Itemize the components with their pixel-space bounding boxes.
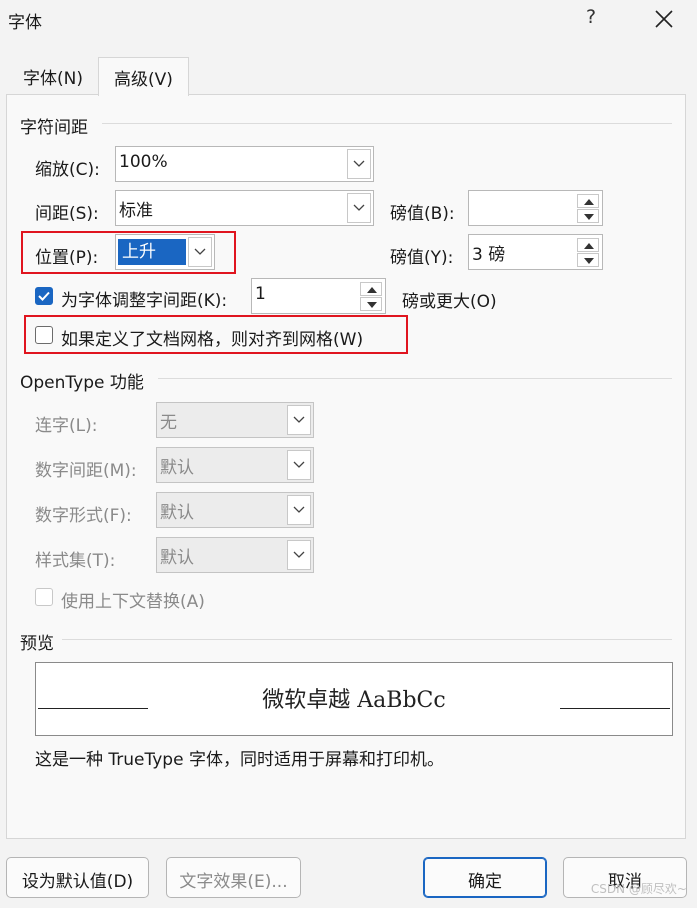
stylistic-sets-dropdown-button[interactable]	[287, 540, 311, 570]
group-char-spacing: 字符间距	[20, 118, 88, 138]
scale-value: 100%	[119, 152, 168, 172]
ligatures-dropdown-button[interactable]	[287, 405, 311, 435]
num-forms-value: 默认	[160, 503, 194, 523]
close-button[interactable]	[652, 4, 676, 32]
num-spacing-dropdown-button[interactable]	[287, 450, 311, 480]
num-spacing-combo[interactable]: 默认	[156, 447, 314, 483]
kerning-checkbox[interactable]	[35, 287, 53, 305]
stylistic-sets-label: 样式集(T):	[35, 551, 116, 571]
spin-down-button[interactable]	[577, 253, 599, 267]
ligatures-value: 无	[160, 413, 177, 433]
chevron-down-icon	[293, 551, 305, 558]
triangle-up-icon	[584, 243, 594, 249]
ok-button[interactable]: 确定	[423, 857, 547, 898]
contextual-label[interactable]: 使用上下文替换(A)	[61, 587, 205, 612]
spacing-value: 标准	[119, 201, 153, 221]
dialog-title: 字体	[8, 13, 42, 33]
position-pt-label: 磅值(Y):	[390, 248, 454, 268]
snap-grid-checkbox[interactable]	[35, 326, 53, 344]
preview-box: 微软卓越 AaBbCc	[35, 662, 673, 736]
spin-up-button[interactable]	[577, 238, 599, 252]
spacing-combo[interactable]: 标准	[115, 190, 374, 226]
stylistic-sets-combo[interactable]: 默认	[156, 537, 314, 573]
position-label: 位置(P):	[35, 248, 99, 268]
kerning-value: 1	[255, 284, 266, 304]
triangle-up-icon	[367, 287, 377, 293]
scale-combo[interactable]: 100%	[115, 146, 374, 182]
contextual-checkbox[interactable]	[35, 588, 53, 606]
position-pt-value: 3 磅	[472, 245, 506, 265]
spacing-dropdown-button[interactable]	[347, 193, 371, 223]
help-button[interactable]: ?	[586, 6, 596, 28]
num-spacing-label: 数字间距(M):	[35, 461, 137, 481]
checkmark-icon	[38, 291, 50, 301]
spin-down-button[interactable]	[360, 297, 382, 311]
spacing-label: 间距(S):	[35, 204, 99, 224]
close-icon	[655, 10, 673, 28]
preview-sample: 微软卓越 AaBbCc	[262, 688, 446, 713]
position-value: 上升	[118, 239, 186, 265]
group-preview: 预览	[20, 634, 54, 654]
chevron-down-icon	[293, 416, 305, 423]
position-dropdown-button[interactable]	[188, 237, 212, 267]
num-spacing-value: 默认	[160, 458, 194, 478]
chevron-down-icon	[353, 204, 365, 211]
kerning-spinner[interactable]: 1	[251, 278, 386, 314]
position-combo[interactable]: 上升	[115, 234, 215, 270]
triangle-down-icon	[367, 302, 377, 308]
num-forms-dropdown-button[interactable]	[287, 495, 311, 525]
group-opentype: OpenType 功能	[20, 373, 144, 393]
ligatures-combo[interactable]: 无	[156, 402, 314, 438]
spin-up-button[interactable]	[577, 194, 599, 208]
triangle-down-icon	[584, 258, 594, 264]
divider	[158, 378, 672, 379]
chevron-down-icon	[353, 160, 365, 167]
spacing-pt-spinner[interactable]	[468, 190, 603, 226]
chevron-down-icon	[194, 248, 206, 255]
chevron-down-icon	[293, 506, 305, 513]
triangle-up-icon	[584, 199, 594, 205]
ligatures-label: 连字(L):	[35, 416, 98, 436]
triangle-down-icon	[584, 214, 594, 220]
kerning-label[interactable]: 为字体调整字间距(K):	[61, 286, 227, 311]
chevron-down-icon	[293, 461, 305, 468]
num-forms-label: 数字形式(F):	[35, 506, 132, 526]
text-effects-button[interactable]: 文字效果(E)...	[166, 857, 301, 898]
tab-advanced[interactable]: 高级(V)	[98, 57, 189, 96]
spacing-pt-label: 磅值(B):	[390, 204, 455, 224]
snap-grid-label[interactable]: 如果定义了文档网格，则对齐到网格(W)	[61, 325, 363, 350]
spin-up-button[interactable]	[360, 282, 382, 296]
set-default-button[interactable]: 设为默认值(D)	[6, 857, 149, 898]
stylistic-sets-value: 默认	[160, 548, 194, 568]
spin-down-button[interactable]	[577, 209, 599, 223]
tab-font[interactable]: 字体(N)	[8, 57, 98, 95]
scale-dropdown-button[interactable]	[347, 149, 371, 179]
num-forms-combo[interactable]: 默认	[156, 492, 314, 528]
watermark: CSDN @顾尽欢~	[590, 882, 687, 896]
divider	[102, 123, 672, 124]
divider	[62, 639, 672, 640]
position-pt-spinner[interactable]: 3 磅	[468, 234, 603, 270]
kerning-suffix-label: 磅或更大(O)	[402, 292, 497, 312]
scale-label: 缩放(C):	[35, 160, 100, 180]
preview-note: 这是一种 TrueType 字体，同时适用于屏幕和打印机。	[35, 750, 444, 770]
